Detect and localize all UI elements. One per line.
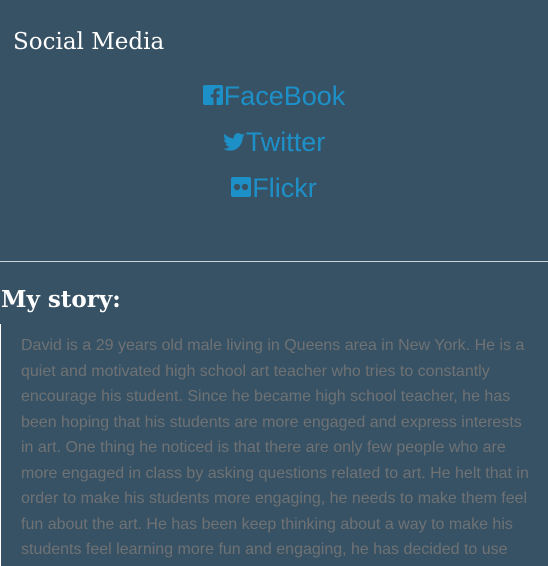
social-media-heading: Social Media	[13, 29, 165, 55]
facebook-icon	[202, 79, 223, 113]
story-blockquote: David is a 29 years old male living in Q…	[0, 324, 548, 566]
facebook-link[interactable]: FaceBook	[0, 79, 548, 125]
page: Social Media FaceBook Twitter Flickr My …	[0, 0, 548, 566]
flickr-icon	[231, 171, 252, 205]
section-divider	[0, 261, 548, 262]
facebook-link-label: FaceBook	[223, 81, 346, 111]
flickr-link[interactable]: Flickr	[0, 171, 548, 217]
twitter-icon	[222, 125, 245, 159]
twitter-link-label: Twitter	[245, 127, 326, 157]
my-story-heading: My story:	[1, 286, 121, 313]
story-paragraph: David is a 29 years old male living in Q…	[21, 337, 529, 558]
twitter-link[interactable]: Twitter	[0, 125, 548, 171]
flickr-link-label: Flickr	[252, 173, 317, 203]
social-links-list: FaceBook Twitter Flickr	[0, 79, 548, 217]
